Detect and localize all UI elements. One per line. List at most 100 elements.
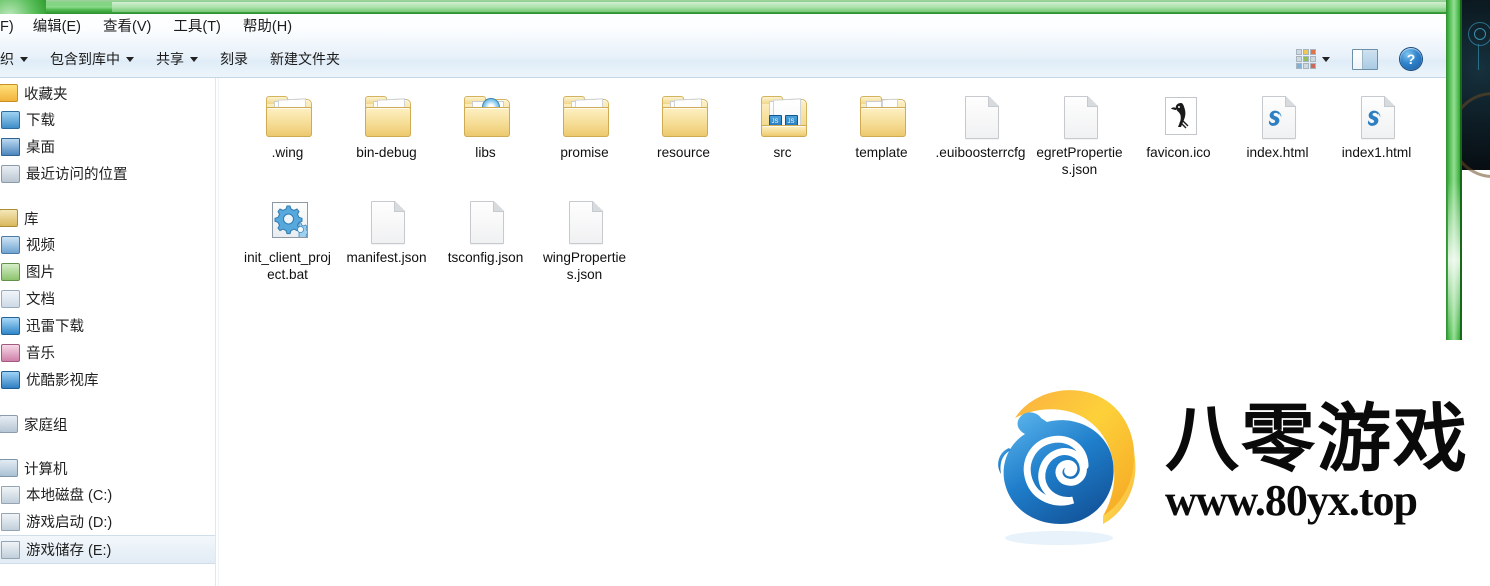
sidebar-item-thunder-download[interactable]: 迅雷下载 (0, 312, 216, 339)
sidebar-item-videos[interactable]: 视频 (0, 231, 216, 258)
menu-bar: F) 编辑(E) 查看(V) 工具(T) 帮助(H) (0, 14, 1446, 41)
file-item[interactable]: bin-debug (337, 90, 436, 181)
blank-file-icon (1056, 95, 1104, 139)
file-name: resource (657, 145, 710, 160)
file-name: promise (560, 145, 609, 160)
share-label: 共享 (156, 51, 184, 67)
swirl-cloud-glyph (998, 390, 1136, 545)
file-name: init_client_project.bat (244, 250, 331, 282)
swirl-cloud-logo (985, 374, 1163, 552)
recent-places-icon (1, 164, 20, 183)
file-item[interactable]: template (832, 90, 931, 181)
nav-group-libraries: 库 视频 图片 文档 迅雷下载 音乐 优酷影视库 (0, 205, 216, 393)
menu-file[interactable]: F) (0, 14, 22, 41)
folder-icon (363, 95, 411, 139)
library-icon (0, 209, 18, 227)
sidebar-item-pictures[interactable]: 图片 (0, 258, 216, 285)
file-name: .euiboosterrcfg (935, 145, 1026, 160)
nav-gap (0, 393, 216, 409)
nav-group-homegroup: 家庭组 (0, 411, 216, 437)
sidebar-item-youku-library[interactable]: 优酷影视库 (0, 366, 216, 393)
include-in-library-button[interactable]: 包含到库中 (40, 47, 144, 71)
nav-header-computer[interactable]: 计算机 (0, 455, 216, 481)
chevron-down-icon (20, 56, 28, 62)
sidebar-item-downloads[interactable]: 下载 (0, 106, 216, 133)
file-item[interactable]: promise (535, 90, 634, 181)
file-name: .wing (271, 145, 304, 160)
file-item[interactable]: init_client_project.bat (238, 195, 337, 286)
nav-group-favorites: 收藏夹 下载 桌面 最近访问的位置 (0, 80, 216, 187)
nav-header-libraries[interactable]: 库 (0, 205, 216, 231)
file-name: egretProperties.json (1036, 145, 1123, 177)
file-item[interactable]: tsconfig.json (436, 195, 535, 286)
pane-divider-shadow (218, 78, 219, 586)
menu-tools[interactable]: 工具(T) (162, 14, 232, 41)
sidebar-item-label: 本地磁盘 (C:) (26, 488, 113, 504)
watermark-url: www.80yx.top (1165, 476, 1418, 525)
file-item[interactable]: index1.html (1327, 90, 1426, 181)
file-item[interactable]: .wing (238, 90, 337, 181)
file-item[interactable]: manifest.json (337, 195, 436, 286)
nav-header-libraries-label: 库 (24, 211, 39, 228)
favorites-star-icon (0, 84, 18, 102)
views-grid-icon (1296, 49, 1316, 69)
drive-icon (1, 512, 20, 531)
thunder-download-icon (1, 316, 20, 335)
file-item[interactable]: wingProperties.json (535, 195, 634, 286)
file-item[interactable]: index.html (1228, 90, 1327, 181)
blank-file-icon (957, 95, 1005, 139)
gears-icon (264, 200, 312, 244)
sidebar-item-desktop[interactable]: 桌面 (0, 133, 216, 160)
watermark-overlay: 八零游戏 www.80yx.top (981, 340, 1490, 586)
menu-view[interactable]: 查看(V) (92, 14, 162, 41)
nav-group-computer: 计算机 本地磁盘 (C:) 游戏启动 (D:) 游戏储存 (E:) (0, 455, 216, 564)
window-title-bar[interactable] (0, 0, 1462, 14)
drive-icon (1, 540, 20, 559)
organize-button[interactable]: 织 (0, 47, 38, 71)
preview-pane-button[interactable] (1342, 47, 1388, 71)
sidebar-item-label: 下载 (26, 113, 55, 129)
organize-label: 织 (0, 51, 14, 67)
menu-edit[interactable]: 编辑(E) (22, 14, 92, 41)
folder-icon (660, 95, 708, 139)
file-item[interactable]: JS JS src (733, 90, 832, 181)
sidebar-item-documents[interactable]: 文档 (0, 285, 216, 312)
sidebar-item-drive-c[interactable]: 本地磁盘 (C:) (0, 481, 216, 508)
swirl-s-glyph (1367, 110, 1380, 126)
file-name: index1.html (1341, 145, 1412, 160)
blank-file-icon (561, 200, 609, 244)
file-grid: .wing bin-debug MPG libs (238, 90, 1446, 300)
download-folder-icon (1, 110, 20, 129)
sidebar-item-drive-d[interactable]: 游戏启动 (D:) (0, 508, 216, 535)
file-item[interactable]: .euiboosterrcfg (931, 90, 1030, 181)
nav-header-homegroup[interactable]: 家庭组 (0, 411, 216, 437)
sidebar-item-label: 图片 (26, 265, 55, 281)
burn-button[interactable]: 刻录 (210, 47, 258, 71)
sidebar-item-recent-places[interactable]: 最近访问的位置 (0, 160, 216, 187)
sidebar-item-drive-e[interactable]: 游戏储存 (E:) (0, 535, 216, 564)
file-item[interactable]: egretProperties.json (1030, 90, 1129, 181)
nav-header-favorites[interactable]: 收藏夹 (0, 80, 216, 106)
help-button[interactable]: ? (1390, 47, 1432, 71)
watermark-brand: 八零游戏 (1165, 396, 1469, 482)
homegroup-icon (0, 415, 18, 433)
nav-header-computer-label: 计算机 (24, 461, 68, 478)
menu-help[interactable]: 帮助(H) (232, 14, 303, 41)
sidebar-item-label: 文档 (26, 292, 55, 308)
egret-bird-icon (1155, 95, 1203, 139)
chevron-down-icon (1322, 56, 1330, 62)
share-button[interactable]: 共享 (146, 47, 208, 71)
new-folder-button[interactable]: 新建文件夹 (260, 47, 350, 71)
file-item[interactable]: resource (634, 90, 733, 181)
file-name: src (773, 145, 792, 160)
browser-swirl-icon (1353, 95, 1401, 139)
file-name: tsconfig.json (447, 250, 524, 265)
sidebar-item-music[interactable]: 音乐 (0, 339, 216, 366)
change-view-button[interactable] (1296, 47, 1340, 71)
sidebar-item-label: 优酷影视库 (26, 373, 99, 389)
navigation-pane: 收藏夹 下载 桌面 最近访问的位置 库 视频 图片 文档 迅雷下载 音乐 优酷影… (0, 78, 216, 586)
pane-divider[interactable] (215, 78, 216, 586)
file-item[interactable]: favicon.ico (1129, 90, 1228, 181)
watermark-text: 八零游戏 www.80yx.top (1165, 400, 1469, 526)
file-item[interactable]: MPG libs (436, 90, 535, 181)
